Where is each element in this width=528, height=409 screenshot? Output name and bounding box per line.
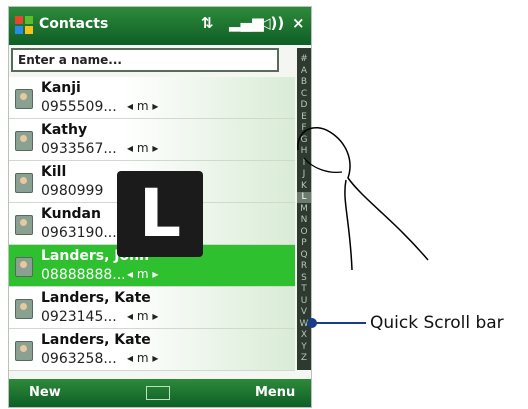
contact-name: Landers, Kate bbox=[41, 290, 151, 306]
menu-bar: New Menu bbox=[9, 379, 311, 407]
scroll-letter[interactable]: Z bbox=[297, 353, 311, 364]
contact-card-icon bbox=[15, 173, 33, 193]
contact-card-icon bbox=[15, 299, 33, 319]
app-title: Contacts bbox=[39, 16, 109, 32]
new-button[interactable]: New bbox=[29, 385, 61, 400]
scroll-letter[interactable]: # bbox=[297, 54, 311, 65]
callout-label: Quick Scroll bar bbox=[370, 313, 504, 333]
title-bar: Contacts ⇅ ▂▄▆ ◁)) × bbox=[9, 7, 311, 45]
contact-card-icon bbox=[15, 341, 33, 361]
scroll-letter-popup: L bbox=[117, 171, 203, 257]
scroll-letter[interactable]: C bbox=[297, 89, 311, 100]
contact-number: 0933567... bbox=[41, 141, 117, 157]
contact-card-icon bbox=[15, 215, 33, 235]
contact-method-selector[interactable]: ◂ m ▸ bbox=[127, 351, 158, 365]
contact-name: Kathy bbox=[41, 122, 88, 138]
contact-name: Landers, Kate bbox=[41, 332, 151, 348]
contact-row[interactable]: Landers, Kate 0923145... ◂ m ▸ bbox=[9, 287, 295, 329]
contact-name: Kanji bbox=[41, 80, 81, 96]
device-screen: Contacts ⇅ ▂▄▆ ◁)) × Enter a name... Kan… bbox=[8, 6, 312, 408]
contact-row[interactable]: Kathy 0933567... ◂ m ▸ bbox=[9, 119, 295, 161]
connectivity-icon[interactable]: ⇅ bbox=[201, 14, 214, 32]
volume-icon[interactable]: ◁)) bbox=[259, 14, 284, 32]
scroll-letter[interactable]: A bbox=[297, 66, 311, 77]
contact-method-selector[interactable]: ◂ m ▸ bbox=[127, 99, 158, 113]
contact-number: 0980999 bbox=[41, 183, 104, 199]
callout-line bbox=[312, 322, 366, 324]
contact-card-icon bbox=[15, 131, 33, 151]
finger-illustration bbox=[297, 127, 429, 271]
contact-name: Kundan bbox=[41, 206, 101, 222]
close-icon[interactable]: × bbox=[292, 14, 305, 32]
contact-name: Kill bbox=[41, 164, 67, 180]
contact-row[interactable]: Landers, Kate 0963258... ◂ m ▸ bbox=[9, 329, 295, 371]
windows-start-icon[interactable] bbox=[13, 14, 35, 36]
contact-row[interactable]: Kanji 0955509... ◂ m ▸ bbox=[9, 77, 295, 119]
contact-method-selector[interactable]: ◂ m ▸ bbox=[127, 309, 158, 323]
contact-card-icon bbox=[15, 257, 33, 277]
contact-number: 0963258... bbox=[41, 351, 117, 367]
contact-number: 0955509... bbox=[41, 99, 117, 115]
scroll-letter[interactable]: X bbox=[297, 330, 311, 341]
menu-button[interactable]: Menu bbox=[255, 385, 295, 400]
contact-card-icon bbox=[15, 89, 33, 109]
contact-number: 08888888... bbox=[41, 267, 126, 283]
scroll-letter[interactable]: V bbox=[297, 307, 311, 318]
contact-number: 0963190... bbox=[41, 225, 117, 241]
keyboard-icon[interactable] bbox=[146, 386, 170, 400]
contact-number: 0923145... bbox=[41, 309, 117, 325]
scroll-letter[interactable]: Y bbox=[297, 342, 311, 353]
contact-method-selector[interactable]: ◂ m ▸ bbox=[127, 141, 158, 155]
search-input[interactable]: Enter a name... bbox=[11, 48, 279, 72]
scroll-letter[interactable]: T bbox=[297, 284, 311, 295]
scroll-letter[interactable]: U bbox=[297, 296, 311, 307]
scroll-letter[interactable]: B bbox=[297, 77, 311, 88]
contact-method-selector[interactable]: ◂ m ▸ bbox=[127, 267, 158, 281]
